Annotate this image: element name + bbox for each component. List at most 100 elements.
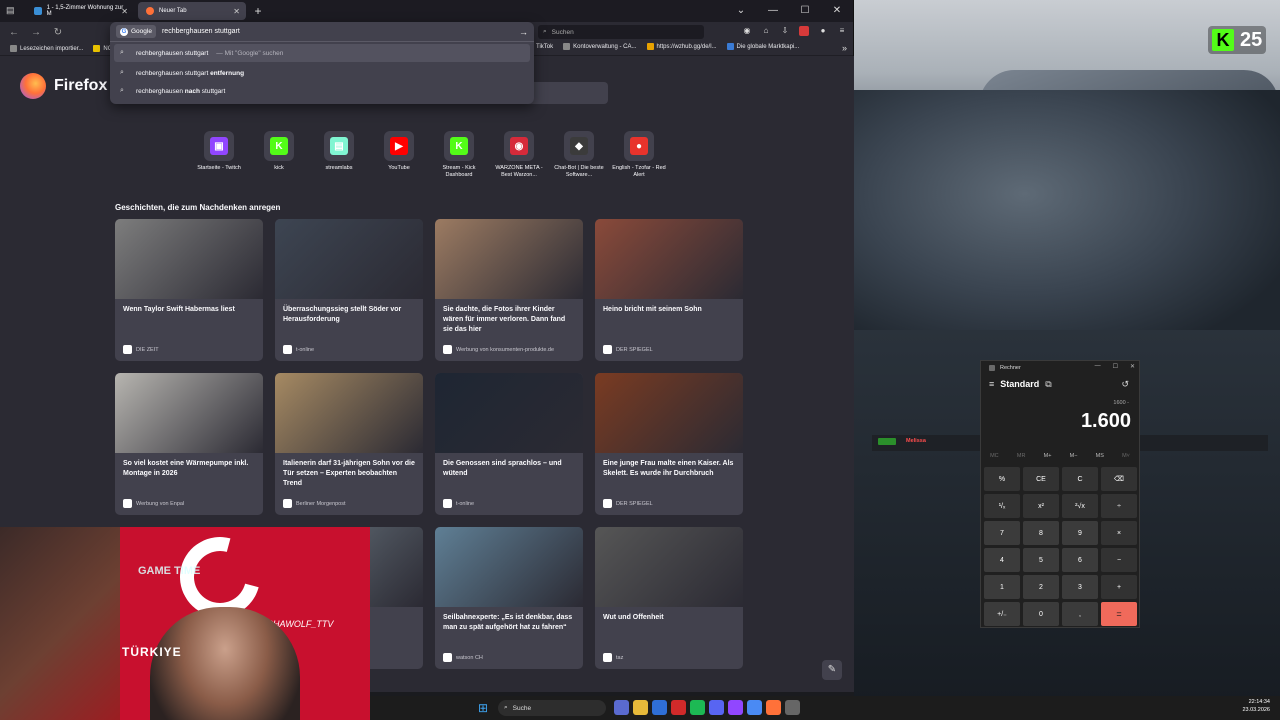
calc-key[interactable]: ⌫ (1101, 467, 1137, 491)
calc-key[interactable]: 4 (984, 548, 1020, 572)
top-site-tile[interactable]: ◆ Chat-Bot | Die beste Software... (554, 131, 604, 179)
forward-icon[interactable]: → (30, 27, 42, 38)
memory-button[interactable]: MS (1096, 453, 1104, 459)
top-site-tile[interactable]: ● English - Tzofar - Red Alert (612, 131, 666, 179)
story-card[interactable]: Eine junge Frau malte einen Kaiser. Als … (595, 373, 743, 515)
extensions-icon[interactable]: ⌂ (761, 26, 771, 36)
search-engine-button[interactable]: G Google (116, 25, 156, 38)
minimize-icon[interactable]: — (757, 0, 789, 22)
close-tab-icon[interactable]: ✕ (233, 7, 240, 16)
memory-button[interactable]: MR (1017, 453, 1026, 459)
tab-list-icon[interactable]: ▤ (6, 5, 18, 17)
chrome-icon[interactable] (747, 700, 762, 715)
story-card[interactable]: Sie dachte, die Fotos ihrer Kinder wären… (435, 219, 583, 361)
bookmark-markt[interactable]: Die globale Marktkapi... (726, 43, 799, 50)
calc-key[interactable]: +/₋ (984, 602, 1020, 626)
calc-key[interactable]: ¹/ₓ (984, 494, 1020, 518)
search-input[interactable]: ⌕ Suchen (538, 25, 704, 39)
calc-key[interactable]: 5 (1023, 548, 1059, 572)
top-site-tile[interactable]: Kkick (260, 131, 298, 179)
close-window-icon[interactable]: ✕ (821, 0, 853, 22)
suggestion-item[interactable]: ⌕ rechberghausen stuttgart entfernung (110, 64, 534, 82)
calc-key[interactable]: 6 (1062, 548, 1098, 572)
url-value[interactable]: rechberghausen stuttgart (162, 28, 513, 35)
calc-key[interactable]: ²√x (1062, 494, 1098, 518)
top-site-tile[interactable]: K Stream - Kick Dashboard (440, 131, 478, 179)
calc-key[interactable]: x² (1023, 494, 1059, 518)
history-icon[interactable]: ↺ (1121, 379, 1129, 390)
new-tab-icon[interactable]: + (250, 4, 266, 18)
story-card[interactable]: So viel kostet eine Wärmepumpe inkl. Mon… (115, 373, 263, 515)
memory-button[interactable]: M− (1070, 453, 1078, 459)
calc-key[interactable]: 2 (1023, 575, 1059, 599)
windows-start-icon[interactable]: ⊞ (478, 701, 492, 715)
calc-key[interactable]: × (1101, 521, 1137, 545)
story-card[interactable]: Wut und Offenheit taz (595, 527, 743, 669)
calc-key[interactable]: + (1101, 575, 1137, 599)
story-card[interactable]: Überraschungssieg stellt Söder vor Herau… (275, 219, 423, 361)
calc-key[interactable]: ÷ (1101, 494, 1137, 518)
opera-icon[interactable] (671, 700, 686, 715)
file-explorer-icon[interactable] (633, 700, 648, 715)
bookmarks-overflow-icon[interactable]: » (842, 43, 847, 53)
calc-key[interactable]: 1 (984, 575, 1020, 599)
calculator-taskbar-icon[interactable] (785, 700, 800, 715)
go-arrow-icon[interactable]: → (519, 27, 528, 37)
tab-new-tab[interactable]: Neuer Tab ✕ (138, 2, 246, 20)
discord-icon[interactable] (709, 700, 724, 715)
spotify-icon[interactable] (690, 700, 705, 715)
maximize-icon[interactable]: ☐ (789, 0, 821, 22)
reload-icon[interactable]: ↻ (52, 27, 64, 38)
calc-key[interactable]: C (1062, 467, 1098, 491)
suggestion-item[interactable]: ⌕ rechberghausen nach stuttgart (110, 82, 534, 100)
adblock-extension-icon[interactable] (799, 26, 809, 36)
url-input[interactable]: G Google rechberghausen stuttgart → (110, 22, 534, 42)
story-card[interactable]: Die Genossen sind sprachlos – und wütend… (435, 373, 583, 515)
top-site-tile[interactable]: ▶ YouTube (380, 131, 418, 179)
calc-key[interactable]: 7 (984, 521, 1020, 545)
calc-key[interactable]: 0 (1023, 602, 1059, 626)
story-card[interactable]: Heino bricht mit seinem Sohn DER SPIEGEL (595, 219, 743, 361)
top-site-tile[interactable]: ▣ Startseite - Twitch (197, 131, 241, 179)
memory-button[interactable]: M˅ (1122, 453, 1130, 459)
firefox-taskbar-icon[interactable] (766, 700, 781, 715)
menu-icon[interactable]: ≡ (837, 26, 847, 36)
calc-key[interactable]: , (1062, 602, 1098, 626)
calc-key[interactable]: − (1101, 548, 1137, 572)
minimize-icon[interactable]: — (1095, 363, 1101, 370)
account-icon[interactable]: ◉ (742, 26, 752, 36)
story-card[interactable]: Seilbahnexperte: „Es ist denkbar, dass m… (435, 527, 583, 669)
taskbar-clock[interactable]: 22:14:34 23.03.2026 (1242, 699, 1270, 714)
customize-pencil-icon[interactable]: ✎ (822, 660, 842, 680)
store-icon[interactable] (652, 700, 667, 715)
close-tab-icon[interactable]: ✕ (121, 7, 128, 16)
maximize-icon[interactable]: ☐ (1113, 363, 1118, 370)
obs-icon[interactable] (728, 700, 743, 715)
top-site-tile[interactable]: ▤ streamlabs (320, 131, 358, 179)
bookmark-tiktok[interactable]: TikTok (536, 43, 553, 50)
close-icon[interactable]: ✕ (1130, 363, 1135, 370)
calc-key[interactable]: CE (1023, 467, 1059, 491)
hamburger-menu-icon[interactable]: ≡ (989, 379, 994, 389)
bookmark-import[interactable]: Lesezeichen importier... (10, 45, 83, 52)
bookmark-konto[interactable]: Kontoverwaltung - CA... (563, 43, 637, 50)
top-site-tile[interactable]: ◉ WARZONE META - Best Warzon... (495, 131, 543, 179)
bookmark-wzhub[interactable]: https://wzhub.gg/de/l... (646, 43, 717, 50)
tab-wohnung[interactable]: 1 - 1,5-Zimmer Wohnung zur M ✕ (26, 2, 134, 20)
calc-key[interactable]: 8 (1023, 521, 1059, 545)
suggestion-item[interactable]: ⌕ rechberghausen stuttgart — Mit "Google… (114, 44, 530, 62)
widgets-icon[interactable] (614, 700, 629, 715)
calc-key[interactable]: = (1101, 602, 1137, 626)
extension-icon[interactable]: ● (818, 26, 828, 36)
keep-on-top-icon[interactable]: ⧉ (1045, 379, 1051, 390)
downloads-icon[interactable]: ⇩ (780, 26, 790, 36)
calc-key[interactable]: 9 (1062, 521, 1098, 545)
story-card[interactable]: Wenn Taylor Swift Habermas liest DIE ZEIT (115, 219, 263, 361)
memory-button[interactable]: MC (990, 453, 999, 459)
story-card[interactable]: Italienerin darf 31-jährigen Sohn vor di… (275, 373, 423, 515)
calc-key[interactable]: 3 (1062, 575, 1098, 599)
calc-key[interactable]: % (984, 467, 1020, 491)
back-icon[interactable]: ← (8, 27, 20, 38)
tab-overflow-icon[interactable]: ⌄ (725, 0, 757, 22)
taskbar-search[interactable]: ⌕ Suche (498, 700, 606, 716)
